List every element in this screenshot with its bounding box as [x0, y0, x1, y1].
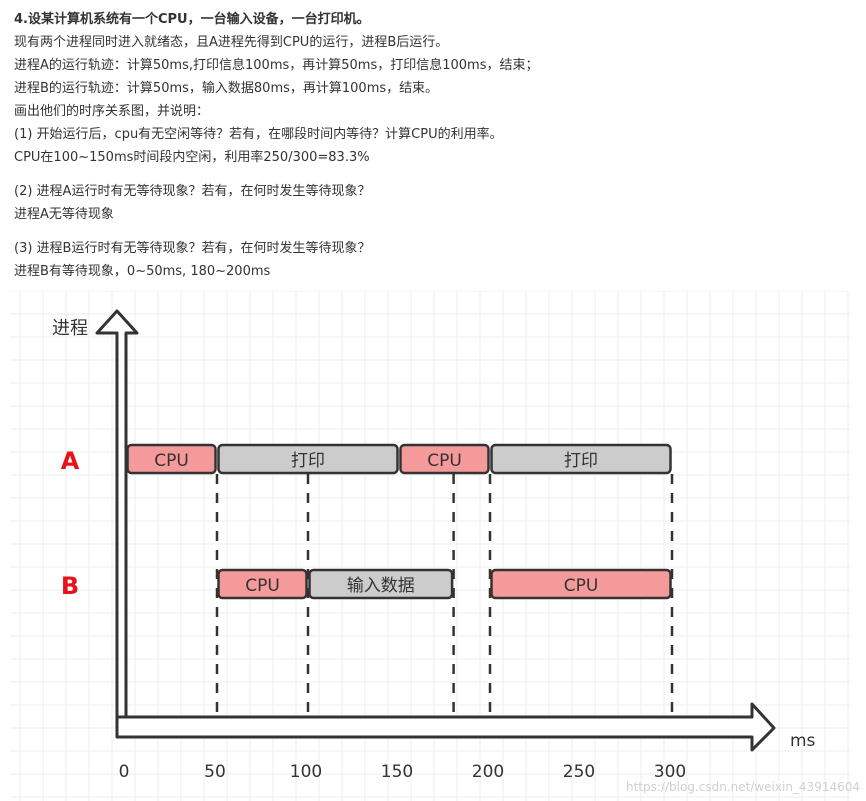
timing-diagram: 进程 ms 0 50 100 150 200 250 300 A CPU 打印 CPU 打印 B CPU…: [10, 291, 860, 801]
x-tick-labels: 0 50 100 150 200 250 300: [119, 762, 687, 782]
segment-label: CPU: [154, 451, 189, 471]
watermark: https://blog.csdn.net/weixin_43914604: [626, 780, 860, 794]
answer-1: CPU在100~150ms时间段内空闲，利用率250/300=83.3%: [14, 150, 370, 165]
process-b-description: 进程B的运行轨迹：计算50ms，输入数据80ms，再计算100ms，结束。: [14, 81, 439, 96]
process-label-b: B: [61, 572, 79, 600]
process-label-a: A: [61, 447, 80, 475]
x-tick-label: 200: [472, 762, 504, 782]
answer-2: 进程A无等待现象: [14, 207, 114, 222]
x-axis-label: ms: [790, 731, 816, 751]
problem-intro: 现有两个进程同时进入就绪态，且A进程先得到CPU的运行，进程B后运行。: [14, 35, 449, 50]
segment-label: 打印: [564, 451, 598, 471]
segment-label: CPU: [427, 451, 462, 471]
segment-label: 输入数据: [347, 576, 415, 596]
x-tick-label: 100: [290, 762, 322, 782]
question-3: (3) 进程B运行时有无等待现象？若有，在何时发生等待现象？: [14, 241, 371, 256]
x-axis-arrow: [115, 702, 776, 752]
x-tick-label: 0: [119, 762, 130, 782]
segment-label: 打印: [291, 451, 325, 471]
segment-label: CPU: [564, 576, 599, 596]
x-tick-label: 250: [563, 762, 595, 782]
question-1: (1) 开始运行后，cpu有无空闲等待？若有，在哪段时间内等待？计算CPU的利用…: [14, 127, 503, 142]
process-a-description: 进程A的运行轨迹：计算50ms,打印信息100ms，再计算50ms，打印信息10…: [14, 58, 539, 73]
x-tick-label: 300: [654, 762, 686, 782]
problem-text: 4.设某计算机系统有一个CPU，一台输入设备，一台打印机。 现有两个进程同时进入…: [14, 8, 854, 283]
x-tick-label: 150: [381, 762, 413, 782]
y-axis-arrow: [95, 309, 139, 719]
instruction: 画出他们的时序关系图，并说明：: [14, 104, 210, 119]
segment-label: CPU: [245, 576, 280, 596]
y-axis-label: 进程: [52, 318, 88, 339]
process-rows: A CPU 打印 CPU 打印 B CPU 输入数据 CPU: [61, 443, 672, 600]
x-tick-label: 50: [204, 762, 226, 782]
problem-title: 4.设某计算机系统有一个CPU，一台输入设备，一台打印机。: [14, 12, 370, 27]
question-2: (2) 进程A运行时有无等待现象？若有，在何时发生等待现象？: [14, 184, 371, 199]
answer-3: 进程B有等待现象，0~50ms, 180~200ms: [14, 264, 271, 279]
